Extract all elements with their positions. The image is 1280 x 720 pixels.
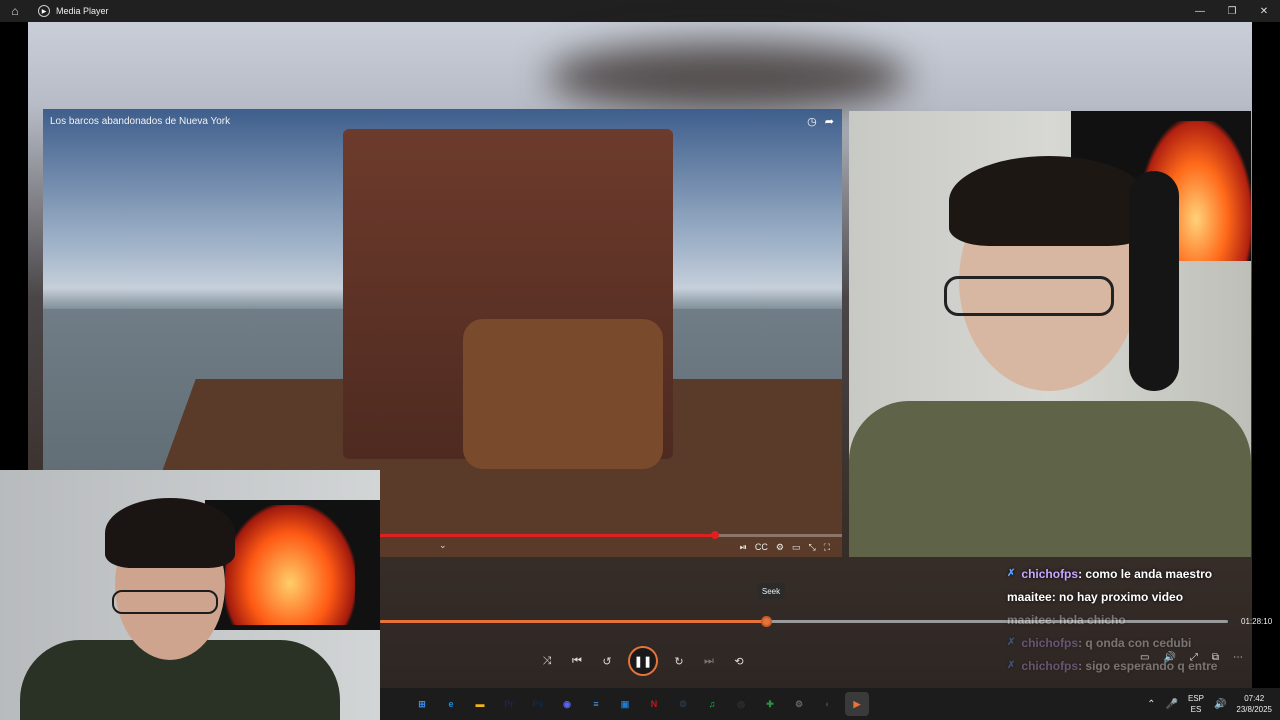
shuffle-button[interactable]: ⤨ bbox=[538, 647, 556, 675]
webcam-overlay-left bbox=[0, 470, 380, 720]
chat-username: maaitee bbox=[1007, 589, 1052, 604]
taskbar-app-edge[interactable]: e bbox=[439, 692, 463, 716]
taskbar-app-notepad[interactable]: ≡ bbox=[584, 692, 608, 716]
timeline-fill bbox=[380, 620, 766, 623]
taskbar-apps: ⊞ e ▬ Pr Ps ◉ ≡ ▣ N ⚙ ♫ ◎ ✚ ⚙ ◐ ▶ bbox=[410, 692, 869, 716]
chat-text: : hola chicho bbox=[1051, 612, 1126, 627]
taskbar-app-discord[interactable]: ◉ bbox=[555, 692, 579, 716]
person-hair bbox=[949, 156, 1149, 246]
headset bbox=[1129, 171, 1179, 391]
taskbar-app-steam[interactable]: ⚙ bbox=[671, 692, 695, 716]
home-icon[interactable]: ⌂ bbox=[4, 0, 26, 22]
video-top-icons: ◷ ➦ bbox=[807, 115, 834, 128]
repeat-button[interactable]: ⟲ bbox=[730, 647, 748, 675]
person-glasses bbox=[112, 590, 218, 614]
pause-button[interactable]: ❚❚ bbox=[628, 646, 658, 676]
person-glasses bbox=[944, 276, 1114, 316]
clock-icon[interactable]: ◷ bbox=[807, 115, 817, 128]
clock-time: 07:42 bbox=[1244, 694, 1265, 703]
chevron-down-icon[interactable]: ⌄ bbox=[439, 540, 447, 551]
taskbar-app-photoshop[interactable]: Ps bbox=[526, 692, 550, 716]
chat-username: chichofps bbox=[1021, 658, 1079, 673]
skip-forward-button[interactable]: ↻ bbox=[670, 647, 688, 675]
taskbar-app-obs2[interactable]: ◐ bbox=[816, 692, 840, 716]
person-hair bbox=[105, 498, 235, 568]
taskbar-app-media-player[interactable]: ▶ bbox=[845, 692, 869, 716]
video-rust-machinery bbox=[463, 319, 663, 469]
minimize-button[interactable]: — bbox=[1184, 0, 1216, 22]
webcam-overlay-right bbox=[849, 111, 1251, 557]
fireplace-tv bbox=[205, 500, 380, 630]
fullscreen-button[interactable]: ⛶ bbox=[824, 542, 830, 553]
chat-message: ✗ chichofps : como le anda maestro bbox=[1003, 562, 1251, 585]
backdrop-blur bbox=[548, 42, 908, 112]
sword-badge-icon: ✗ bbox=[1007, 637, 1016, 648]
close-button[interactable]: ✕ bbox=[1248, 0, 1280, 22]
window-controls: — ❐ ✕ bbox=[1184, 0, 1280, 22]
taskbar-app-netflix[interactable]: N bbox=[642, 692, 666, 716]
restore-button[interactable]: ❐ bbox=[1216, 0, 1248, 22]
video-controls: ⏯ CC ⚙ ▭ ⤡ ⛶ bbox=[740, 542, 830, 553]
chat-message: maaitee : no hay proximo video bbox=[1003, 585, 1251, 608]
share-icon[interactable]: ➦ bbox=[825, 115, 834, 128]
window-title: Media Player bbox=[56, 6, 109, 16]
keyboard-layout: ES bbox=[1190, 705, 1202, 714]
taskbar-app-obs[interactable]: ◎ bbox=[729, 692, 753, 716]
chat-message: maaitee : hola chicho bbox=[1003, 608, 1251, 631]
player-controls: ⤨ ⏮ ↺ ❚❚ ↻ ⏭ ⟲ bbox=[538, 646, 748, 676]
microphone-icon[interactable]: 🎤 bbox=[1165, 699, 1177, 710]
clock[interactable]: 07:42 23/8/2025 bbox=[1236, 693, 1272, 715]
clock-date: 23/8/2025 bbox=[1236, 705, 1272, 714]
speaker-icon[interactable]: 🔊 bbox=[1214, 699, 1226, 710]
chat-text: : no hay proximo video bbox=[1051, 589, 1184, 604]
skip-back-button[interactable]: ↺ bbox=[598, 647, 616, 675]
next-button[interactable]: ⏭ bbox=[700, 647, 718, 675]
taskbar: ⊞ e ▬ Pr Ps ◉ ≡ ▣ N ⚙ ♫ ◎ ✚ ⚙ ◐ ▶ ⌃ 🎤 ESP ES 🔊 07:42 23… bbox=[380, 688, 1280, 720]
person-body bbox=[849, 401, 1251, 557]
taskbar-app-spotify[interactable]: ♫ bbox=[700, 692, 724, 716]
video-title: Los barcos abandonados de Nueva York bbox=[50, 116, 231, 127]
taskbar-app-gamepass[interactable]: ✚ bbox=[758, 692, 782, 716]
previous-button[interactable]: ⏮ bbox=[568, 647, 586, 675]
chat-username: chichofps bbox=[1021, 635, 1079, 650]
chat-message: ✗ chichofps : sigo esperando q entre bbox=[1003, 654, 1251, 677]
chat-text: : sigo esperando q entre bbox=[1078, 658, 1218, 673]
taskbar-app-windows[interactable]: ⊞ bbox=[410, 692, 434, 716]
system-tray: ⌃ 🎤 ESP ES 🔊 07:42 23/8/2025 bbox=[1147, 688, 1272, 720]
video-progress-thumb[interactable] bbox=[711, 531, 719, 539]
taskbar-app-explorer[interactable]: ▬ bbox=[468, 692, 492, 716]
sword-badge-icon: ✗ bbox=[1007, 660, 1016, 671]
chat-username: chichofps bbox=[1021, 566, 1079, 581]
play-circle-icon: ▶ bbox=[38, 5, 50, 17]
chat-text: : como le anda maestro bbox=[1078, 566, 1213, 581]
chat-text: : q onda con cedubi bbox=[1078, 635, 1192, 650]
seek-tooltip: Seek bbox=[757, 583, 785, 599]
autoplay-toggle[interactable]: ⏯ bbox=[740, 542, 747, 553]
chat-username: maaitee bbox=[1007, 612, 1052, 627]
chat-overlay: ✗ chichofps : como le anda maestro maait… bbox=[1003, 562, 1251, 677]
language-indicator[interactable]: ESP ES bbox=[1188, 693, 1204, 715]
taskbar-app-premiere[interactable]: Pr bbox=[497, 692, 521, 716]
taskbar-app-settings[interactable]: ⚙ bbox=[787, 692, 811, 716]
chat-message: ✗ chichofps : q onda con cedubi bbox=[1003, 631, 1251, 654]
sword-badge-icon: ✗ bbox=[1007, 568, 1016, 579]
settings-icon[interactable]: ⚙ bbox=[776, 542, 784, 553]
timeline-thumb[interactable] bbox=[760, 616, 772, 627]
taskbar-app-vscode[interactable]: ▣ bbox=[613, 692, 637, 716]
captions-button[interactable]: CC bbox=[755, 542, 768, 553]
miniplayer-button[interactable]: ▭ bbox=[792, 542, 801, 553]
theater-button[interactable]: ⤡ bbox=[808, 542, 815, 553]
language-code: ESP bbox=[1187, 694, 1204, 703]
chevron-up-icon[interactable]: ⌃ bbox=[1147, 699, 1155, 710]
title-bar: ⌂ ▶ Media Player — ❐ ✕ bbox=[0, 0, 1280, 22]
